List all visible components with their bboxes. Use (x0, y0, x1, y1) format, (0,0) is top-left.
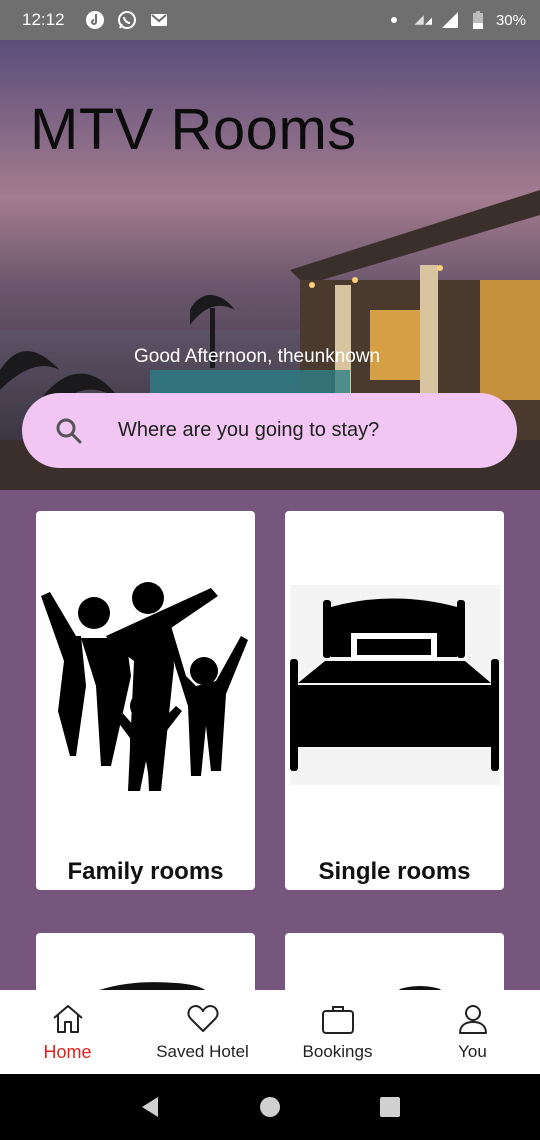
nav-you[interactable]: You (405, 990, 540, 1074)
search-placeholder: Where are you going to stay? (118, 419, 380, 441)
recents-icon[interactable] (375, 1092, 405, 1122)
app-title: MTV Rooms (30, 97, 357, 162)
back-icon[interactable] (135, 1092, 165, 1122)
nav-label: Home (43, 1042, 92, 1062)
category-card-single[interactable]: Single rooms (285, 511, 504, 890)
search-bar[interactable]: Where are you going to stay? (22, 393, 517, 468)
room-type-icon (99, 982, 206, 990)
category-card-fourth[interactable] (285, 933, 504, 990)
signal-icon (412, 10, 432, 30)
family-icon (41, 582, 248, 791)
status-bar: 12:12 30% (0, 0, 540, 40)
whatsapp-icon (117, 10, 137, 30)
briefcase-icon (321, 1002, 355, 1036)
room-type-icon (399, 986, 441, 990)
bed-icon (290, 585, 500, 785)
user-icon (456, 1002, 490, 1036)
greeting-text: Good Afternoon, theunknown (134, 346, 381, 367)
heart-icon (186, 1002, 220, 1036)
bottom-navigation: Home Saved Hotel Bookings You (0, 990, 540, 1074)
home-circle-icon[interactable] (255, 1092, 285, 1122)
tiktok-icon (85, 10, 105, 30)
category-label: Family rooms (67, 858, 224, 885)
room-categories: Family rooms Single rooms (0, 490, 540, 990)
status-time: 12:12 (22, 10, 65, 29)
nav-label: Saved Hotel (156, 1042, 249, 1061)
category-card-third[interactable] (36, 933, 255, 990)
category-card-family[interactable]: Family rooms (36, 511, 255, 890)
nav-label: Bookings (302, 1042, 373, 1061)
hero-banner: MTV Rooms Good Afternoon, theunknown Whe… (0, 40, 540, 490)
wifi-icon (440, 10, 460, 30)
dot-icon (384, 10, 404, 30)
category-label: Single rooms (318, 858, 471, 885)
battery-icon (468, 10, 488, 30)
nav-home[interactable]: Home (0, 990, 135, 1074)
nav-bookings[interactable]: Bookings (270, 990, 405, 1074)
gmail-icon (149, 10, 169, 30)
nav-saved-hotel[interactable]: Saved Hotel (135, 990, 270, 1074)
home-icon (51, 1002, 85, 1036)
battery-level: 30% (495, 11, 526, 29)
nav-label: You (458, 1042, 487, 1061)
search-icon (54, 416, 84, 446)
system-navigation (0, 1074, 540, 1140)
